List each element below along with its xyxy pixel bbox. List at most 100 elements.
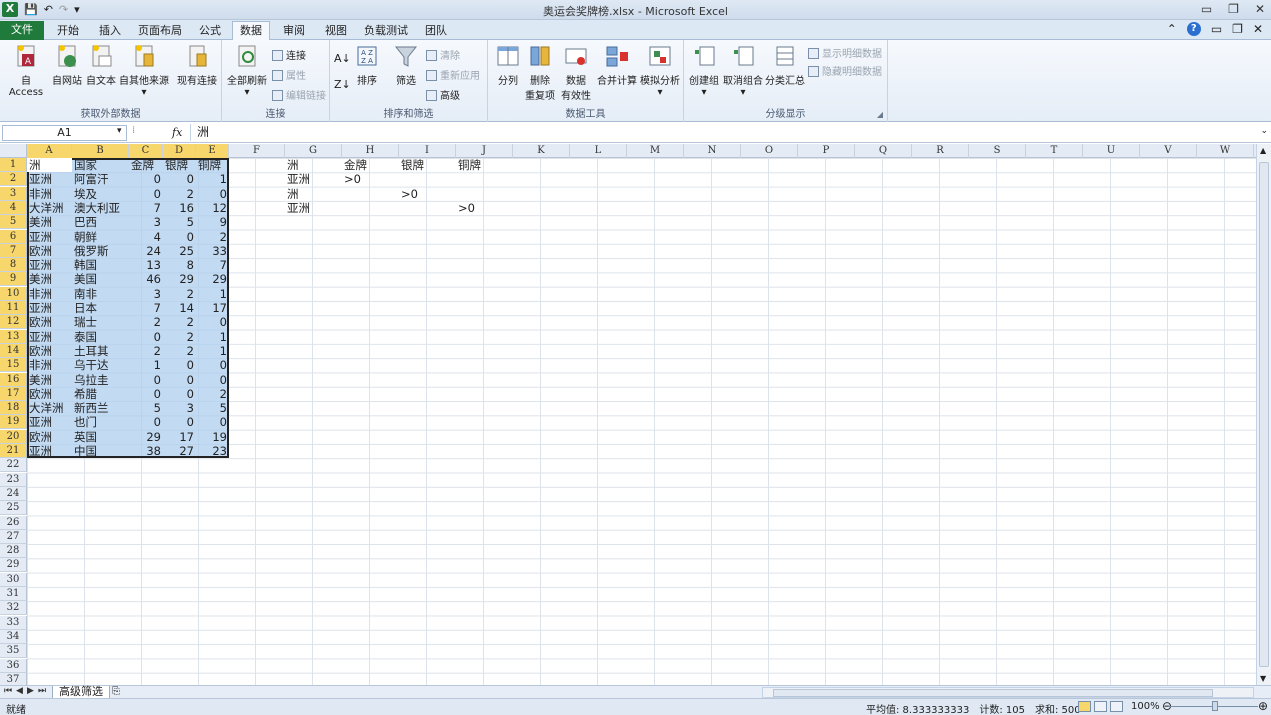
from-other-sources-button[interactable]: 自其他来源 ▾ <box>118 44 170 98</box>
cell[interactable]: 0 <box>129 387 163 401</box>
cell[interactable]: 欧洲 <box>27 315 72 329</box>
cell[interactable]: 0 <box>163 373 196 387</box>
cell[interactable]: 洲 <box>27 158 72 172</box>
vertical-scrollbar[interactable]: ▲ ▼ <box>1256 144 1271 685</box>
column-header-L[interactable]: L <box>570 144 627 158</box>
cell[interactable]: 0 <box>163 358 196 372</box>
row-header[interactable]: 1 <box>0 158 27 172</box>
row-header[interactable]: 4 <box>0 200 27 215</box>
cell[interactable]: 7 <box>129 201 163 215</box>
from-web-button[interactable]: 自网站 <box>50 44 84 87</box>
worksheet-grid[interactable]: 洲国家 金牌 银牌 铜牌 亚洲 阿富汗 0 0 1 非洲 埃及 0 2 0 大洋洲 澳大利亚 7 16 12 美洲 巴西… <box>27 158 1256 685</box>
cell[interactable]: 乌干达 <box>72 358 129 372</box>
cell[interactable]: 俄罗斯 <box>72 244 129 258</box>
properties-button[interactable]: 属性 <box>272 67 306 82</box>
cell[interactable]: 南非 <box>72 287 129 301</box>
row-header[interactable]: 17 <box>0 386 27 401</box>
column-header-W[interactable]: W <box>1197 144 1254 158</box>
column-header-J[interactable]: J <box>456 144 513 158</box>
cell[interactable]: 洲 <box>285 158 342 172</box>
tab-page-layout[interactable]: 页面布局 <box>134 22 186 40</box>
row-header[interactable]: 5 <box>0 215 27 230</box>
cell[interactable]: 2 <box>163 187 196 201</box>
row-header[interactable]: 32 <box>0 601 27 616</box>
column-header-T[interactable]: T <box>1026 144 1083 158</box>
row-header[interactable]: 3 <box>0 186 27 201</box>
tab-load-test[interactable]: 负载测试 <box>360 22 412 40</box>
cell[interactable]: 美洲 <box>27 272 72 286</box>
new-sheet-icon[interactable]: ⎘ <box>112 686 120 697</box>
cell[interactable]: 0 <box>129 330 163 344</box>
cell[interactable]: 银牌 <box>399 158 456 172</box>
data-validation-button[interactable]: 数据 有效性 <box>558 44 594 102</box>
cell[interactable]: 亚洲 <box>27 444 72 458</box>
cell[interactable]: 14 <box>163 301 196 315</box>
cell[interactable]: 美洲 <box>27 373 72 387</box>
minimize-ribbon-icon[interactable]: ⌃ <box>1167 22 1177 36</box>
cell[interactable]: 0 <box>163 387 196 401</box>
row-header[interactable]: 10 <box>0 286 27 301</box>
cell[interactable]: >0 <box>399 187 456 201</box>
cell[interactable]: 亚洲 <box>27 301 72 315</box>
name-box-dropdown-icon[interactable]: ▾ <box>117 126 122 136</box>
cell[interactable]: 2 <box>129 344 163 358</box>
cell[interactable]: 0 <box>196 373 229 387</box>
cell[interactable]: 9 <box>196 215 229 229</box>
column-header-V[interactable]: V <box>1140 144 1197 158</box>
sort-ascending-button[interactable]: A↓ <box>334 52 351 65</box>
row-header[interactable]: 36 <box>0 658 27 673</box>
zoom-level[interactable]: 100% <box>1131 701 1160 712</box>
expand-formula-bar-icon[interactable]: ⌄ <box>1260 126 1268 136</box>
cell[interactable]: 亚洲 <box>27 330 72 344</box>
zoom-slider-thumb[interactable] <box>1212 701 1218 711</box>
cell[interactable]: 土耳其 <box>72 344 129 358</box>
row-header[interactable]: 30 <box>0 572 27 587</box>
row-header[interactable]: 11 <box>0 301 27 315</box>
cell[interactable]: 17 <box>163 430 196 444</box>
first-sheet-icon[interactable]: ⏮ <box>4 686 12 696</box>
show-detail-button[interactable]: 显示明细数据 <box>808 45 882 60</box>
row-header[interactable]: 33 <box>0 615 27 630</box>
column-header-O[interactable]: O <box>741 144 798 158</box>
tab-formulas[interactable]: 公式 <box>192 22 228 40</box>
connections-button[interactable]: 连接 <box>272 47 306 62</box>
cell[interactable]: 美国 <box>72 272 129 286</box>
cell[interactable]: 英国 <box>72 430 129 444</box>
group-button[interactable]: 创建组 ▾ <box>686 44 722 98</box>
column-header-I[interactable]: I <box>399 144 456 158</box>
cell[interactable]: 29 <box>129 430 163 444</box>
column-header-K[interactable]: K <box>513 144 570 158</box>
select-all-corner[interactable] <box>0 144 27 158</box>
cell[interactable]: 澳大利亚 <box>72 201 129 215</box>
cell[interactable]: 2 <box>163 330 196 344</box>
cell[interactable]: 欧洲 <box>27 430 72 444</box>
cell[interactable]: 欧洲 <box>27 344 72 358</box>
row-header[interactable]: 6 <box>0 229 27 244</box>
cell[interactable]: 12 <box>196 201 229 215</box>
from-access-button[interactable]: A 自 Access <box>4 44 48 98</box>
cell[interactable]: 亚洲 <box>27 230 72 244</box>
row-header[interactable]: 23 <box>0 472 27 487</box>
cell[interactable]: 乌拉圭 <box>72 373 129 387</box>
cell[interactable]: 0 <box>163 172 196 186</box>
cell[interactable]: 亚洲 <box>27 258 72 272</box>
advanced-filter-button[interactable]: 高级 <box>426 87 460 102</box>
row-header[interactable]: 34 <box>0 629 27 644</box>
consolidate-button[interactable]: 合并计算 <box>596 44 638 87</box>
cell[interactable]: 7 <box>129 301 163 315</box>
row-header[interactable]: 31 <box>0 587 27 601</box>
cell[interactable]: >0 <box>342 172 399 186</box>
horizontal-scrollbar[interactable] <box>762 687 1254 698</box>
formula-input[interactable]: 洲 <box>190 124 1257 141</box>
existing-connections-button[interactable]: 现有连接 <box>174 44 220 87</box>
next-sheet-icon[interactable]: ▶ <box>27 686 34 696</box>
cell[interactable]: 2 <box>163 315 196 329</box>
close-icon[interactable]: ✕ <box>1255 2 1265 16</box>
insert-function-icon[interactable]: fx <box>172 126 182 139</box>
cell[interactable]: 阿富汗 <box>72 172 129 186</box>
column-header-E[interactable]: E <box>196 144 229 158</box>
what-if-analysis-button[interactable]: 模拟分析 ▾ <box>638 44 682 98</box>
cell[interactable]: 新西兰 <box>72 401 129 415</box>
cell[interactable]: 38 <box>129 444 163 458</box>
cell[interactable]: 银牌 <box>163 158 196 172</box>
